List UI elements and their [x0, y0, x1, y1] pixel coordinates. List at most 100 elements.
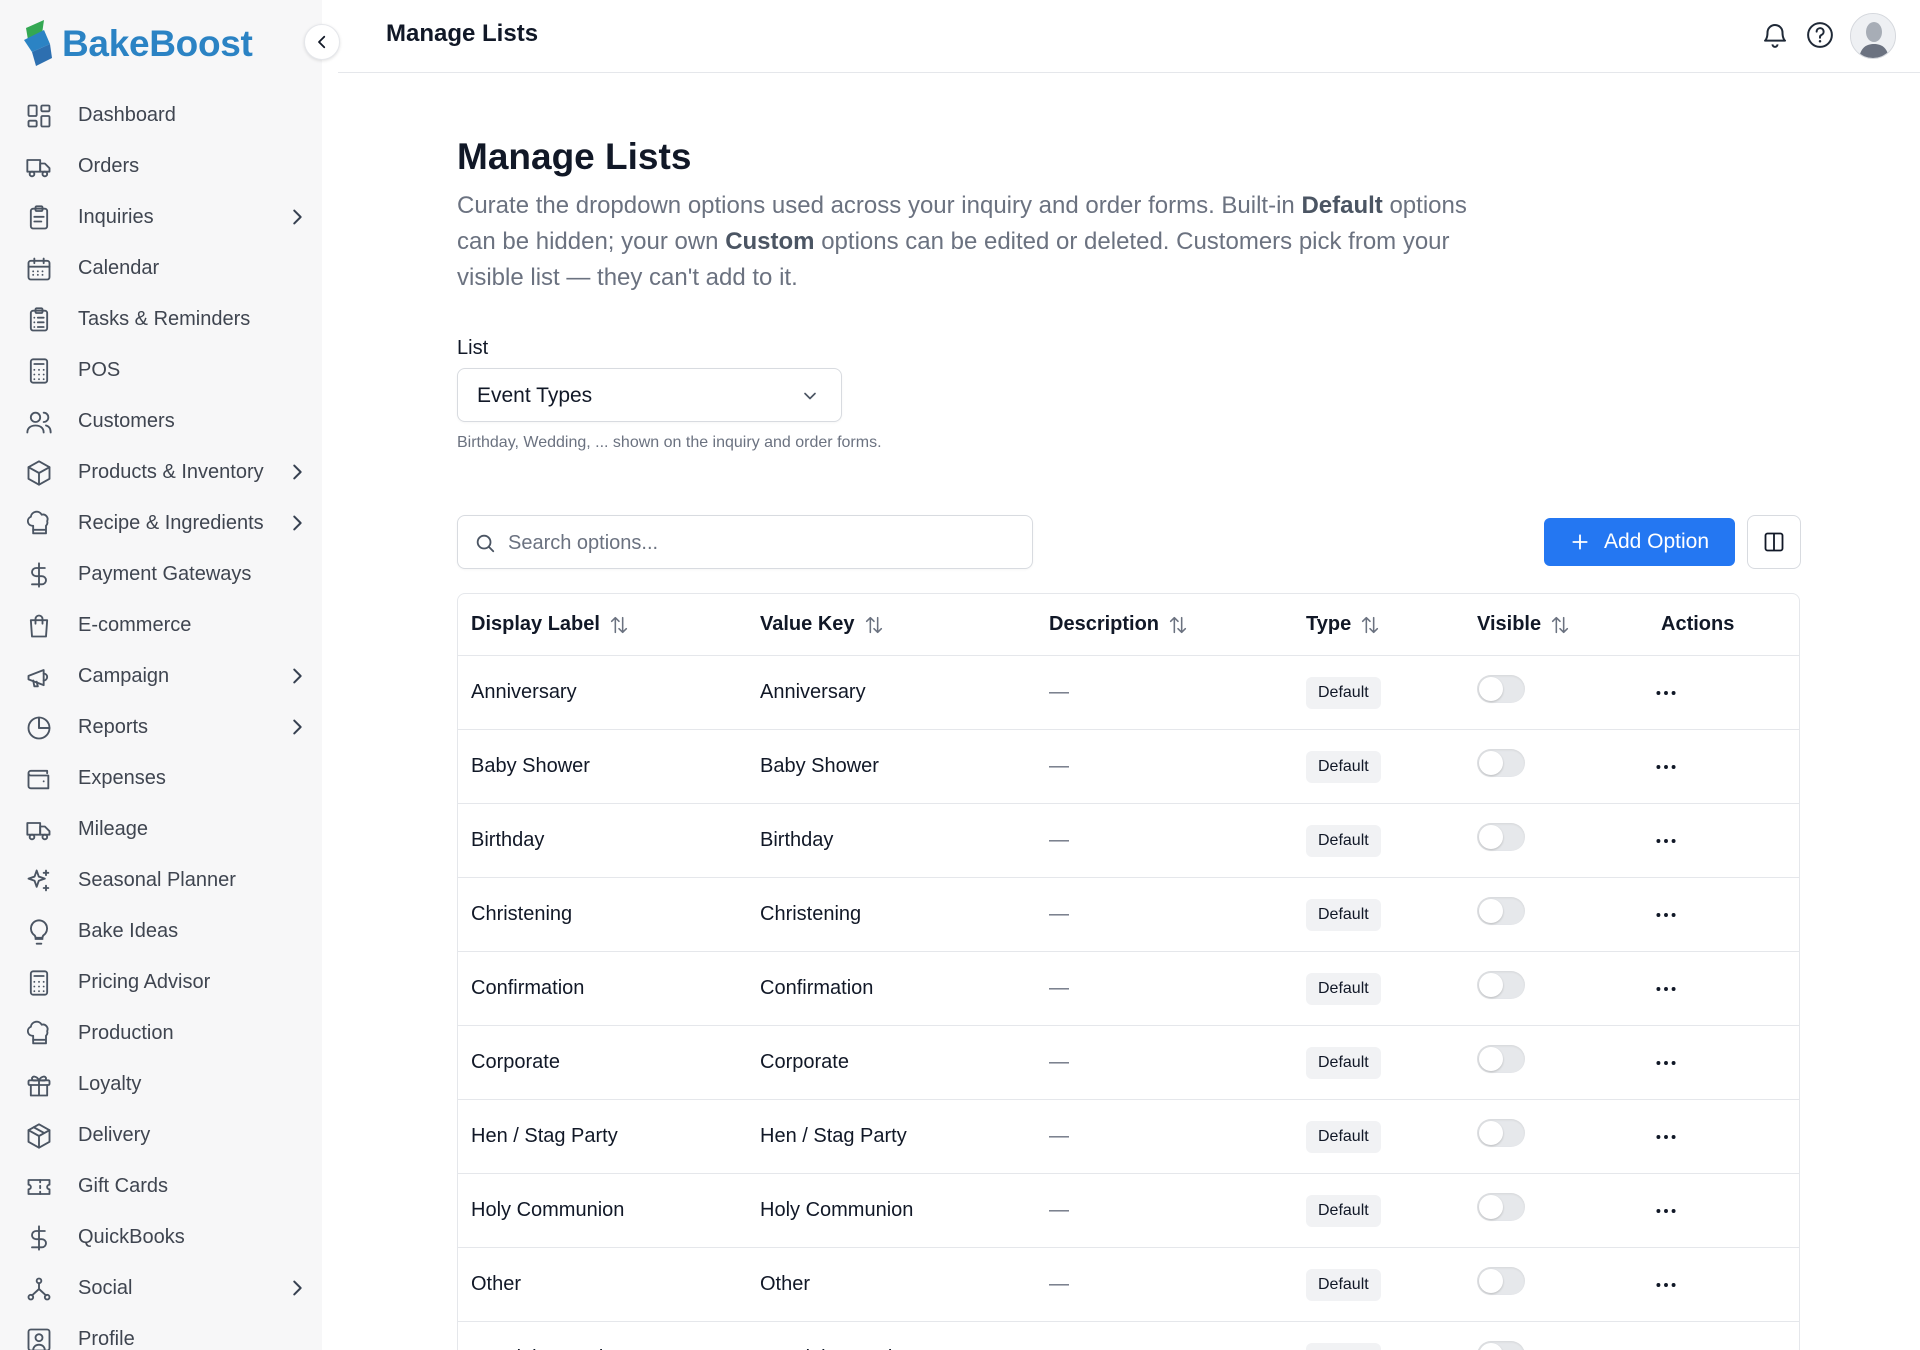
sidebar-item-expenses[interactable]: Expenses — [0, 753, 322, 804]
calculator-icon — [24, 968, 54, 998]
sidebar-item-quickbooks[interactable]: QuickBooks — [0, 1212, 322, 1263]
more-actions-icon[interactable] — [1653, 1346, 1679, 1350]
cell-description: — — [1049, 681, 1069, 703]
column-header-type[interactable]: Type — [1306, 613, 1381, 636]
sidebar-item-pos[interactable]: POS — [0, 345, 322, 396]
sidebar-item-customers[interactable]: Customers — [0, 396, 322, 447]
cell-description: — — [1049, 977, 1069, 999]
cell-display-label: Corporate — [471, 1051, 560, 1073]
visible-toggle[interactable] — [1477, 823, 1525, 851]
sidebar-item-label: Reports — [78, 716, 149, 738]
more-actions-icon[interactable] — [1653, 1050, 1679, 1076]
chevron-right-icon — [293, 515, 302, 531]
type-badge: Default — [1306, 1121, 1381, 1153]
cell-description: — — [1049, 1273, 1069, 1295]
add-option-button[interactable]: Add Option — [1544, 518, 1735, 566]
more-actions-icon[interactable] — [1653, 976, 1679, 1002]
columns-toggle-button[interactable] — [1747, 515, 1801, 569]
more-actions-icon[interactable] — [1653, 902, 1679, 928]
sidebar-item-loyalty[interactable]: Loyalty — [0, 1059, 322, 1110]
help-button[interactable] — [1803, 18, 1837, 52]
sidebar-item-label: Calendar — [78, 257, 160, 279]
more-actions-icon[interactable] — [1653, 1272, 1679, 1298]
sidebar-item-reports[interactable]: Reports — [0, 702, 322, 753]
more-actions-icon[interactable] — [1653, 1198, 1679, 1224]
sidebar-item-label: Seasonal Planner — [78, 869, 236, 891]
desc-text-1: Curate the dropdown options used across … — [457, 192, 1302, 219]
visible-toggle[interactable] — [1477, 1045, 1525, 1073]
clipboard-list-icon — [24, 305, 54, 335]
sidebar-item-tasks-reminders[interactable]: Tasks & Reminders — [0, 294, 322, 345]
table-row: Birthday Birthday — Default — [458, 804, 1799, 878]
column-header-value-key[interactable]: Value Key — [760, 613, 885, 636]
toggle-knob — [1479, 751, 1503, 775]
more-actions-icon[interactable] — [1653, 680, 1679, 706]
profile-icon — [24, 1325, 54, 1350]
chevron-down-icon — [804, 392, 816, 400]
cell-display-label: Other — [471, 1273, 522, 1295]
sidebar-item-delivery[interactable]: Delivery — [0, 1110, 322, 1161]
sidebar-item-payment-gateways[interactable]: Payment Gateways — [0, 549, 322, 600]
sidebar-item-profile[interactable]: Profile — [0, 1314, 322, 1350]
user-avatar[interactable] — [1850, 13, 1896, 59]
cell-value-key: Birthday — [760, 829, 834, 851]
plus-icon — [1572, 534, 1588, 550]
more-actions-icon[interactable] — [1653, 754, 1679, 780]
sidebar-item-recipe-ingredients[interactable]: Recipe & Ingredients — [0, 498, 322, 549]
column-header-actions: Actions — [1661, 613, 1734, 636]
column-header-label: Display Label — [471, 613, 600, 635]
notifications-button[interactable] — [1758, 18, 1792, 52]
sidebar-item-bake-ideas[interactable]: Bake Ideas — [0, 906, 322, 957]
sidebar-item-social[interactable]: Social — [0, 1263, 322, 1314]
sidebar-item-label: Loyalty — [78, 1073, 142, 1095]
chevron-right-icon — [293, 464, 302, 480]
cell-value-key: Confirmation — [760, 977, 874, 999]
search-input[interactable] — [508, 526, 1008, 560]
toggle-knob — [1479, 899, 1503, 923]
visible-toggle[interactable] — [1477, 1267, 1525, 1295]
sidebar-item-seasonal-planner[interactable]: Seasonal Planner — [0, 855, 322, 906]
brand-logo[interactable]: BakeBoost — [22, 16, 253, 72]
column-header-display-label[interactable]: Display Label — [471, 613, 630, 636]
sidebar-item-inquiries[interactable]: Inquiries — [0, 192, 322, 243]
sidebar-item-products-inventory[interactable]: Products & Inventory — [0, 447, 322, 498]
more-actions-icon[interactable] — [1653, 1124, 1679, 1150]
visible-toggle[interactable] — [1477, 1193, 1525, 1221]
truck-icon — [24, 152, 54, 182]
visible-toggle[interactable] — [1477, 749, 1525, 777]
column-header-description[interactable]: Description — [1049, 613, 1189, 636]
cell-value-key: Christening — [760, 903, 862, 925]
sidebar-item-orders[interactable]: Orders — [0, 141, 322, 192]
sidebar-item-mileage[interactable]: Mileage — [0, 804, 322, 855]
cell-description: — — [1049, 1199, 1069, 1221]
ticket-icon — [24, 1172, 54, 1202]
brand-name: BakeBoost — [62, 23, 253, 64]
sidebar-item-calendar[interactable]: Calendar — [0, 243, 322, 294]
sidebar-item-pricing-advisor[interactable]: Pricing Advisor — [0, 957, 322, 1008]
list-select[interactable]: Event Types — [457, 368, 842, 422]
visible-toggle[interactable] — [1477, 971, 1525, 999]
sidebar-item-gift-cards[interactable]: Gift Cards — [0, 1161, 322, 1212]
column-header-visible[interactable]: Visible — [1477, 613, 1571, 636]
sidebar-item-campaign[interactable]: Campaign — [0, 651, 322, 702]
collapse-sidebar-button[interactable] — [304, 24, 340, 60]
sidebar-item-e-commerce[interactable]: E-commerce — [0, 600, 322, 651]
page-title: Manage Lists — [457, 136, 692, 177]
sidebar-item-dashboard[interactable]: Dashboard — [0, 90, 322, 141]
bell-icon — [1764, 24, 1786, 48]
sidebar-item-label: Delivery — [78, 1124, 151, 1146]
visible-toggle[interactable] — [1477, 897, 1525, 925]
toggle-knob — [1479, 1343, 1503, 1350]
sidebar-item-production[interactable]: Production — [0, 1008, 322, 1059]
shopping-bag-icon — [24, 611, 54, 641]
type-badge: Default — [1306, 1343, 1381, 1350]
more-actions-icon[interactable] — [1653, 828, 1679, 854]
columns-icon — [1764, 532, 1784, 552]
chevron-right-icon — [293, 668, 302, 684]
visible-toggle[interactable] — [1477, 675, 1525, 703]
sort-icon — [1169, 616, 1187, 633]
visible-toggle[interactable] — [1477, 1119, 1525, 1147]
visible-toggle[interactable] — [1477, 1341, 1525, 1350]
calculator-icon — [24, 356, 54, 386]
truck-icon — [24, 815, 54, 845]
